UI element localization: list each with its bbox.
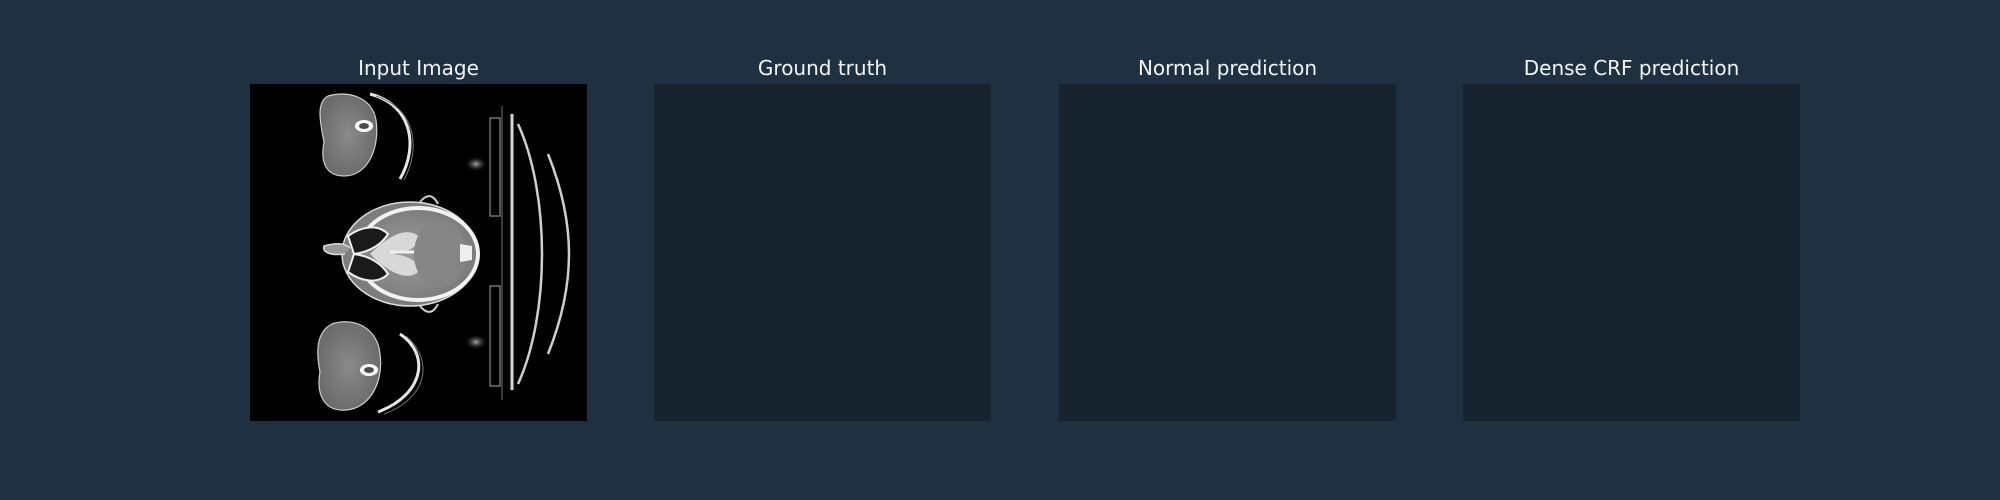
ct-scan-image bbox=[250, 84, 587, 421]
input-image-panel bbox=[250, 84, 587, 421]
dense-crf-prediction-panel bbox=[1463, 84, 1800, 421]
panel-title-dense-crf-prediction: Dense CRF prediction bbox=[1523, 56, 1740, 80]
normal-prediction-panel bbox=[1059, 84, 1396, 421]
ground-truth-panel bbox=[654, 84, 991, 421]
panel-title-ground-truth: Ground truth bbox=[757, 56, 888, 80]
panel-title-input-image: Input Image bbox=[358, 56, 479, 80]
panel-title-normal-prediction: Normal prediction bbox=[1137, 56, 1318, 80]
